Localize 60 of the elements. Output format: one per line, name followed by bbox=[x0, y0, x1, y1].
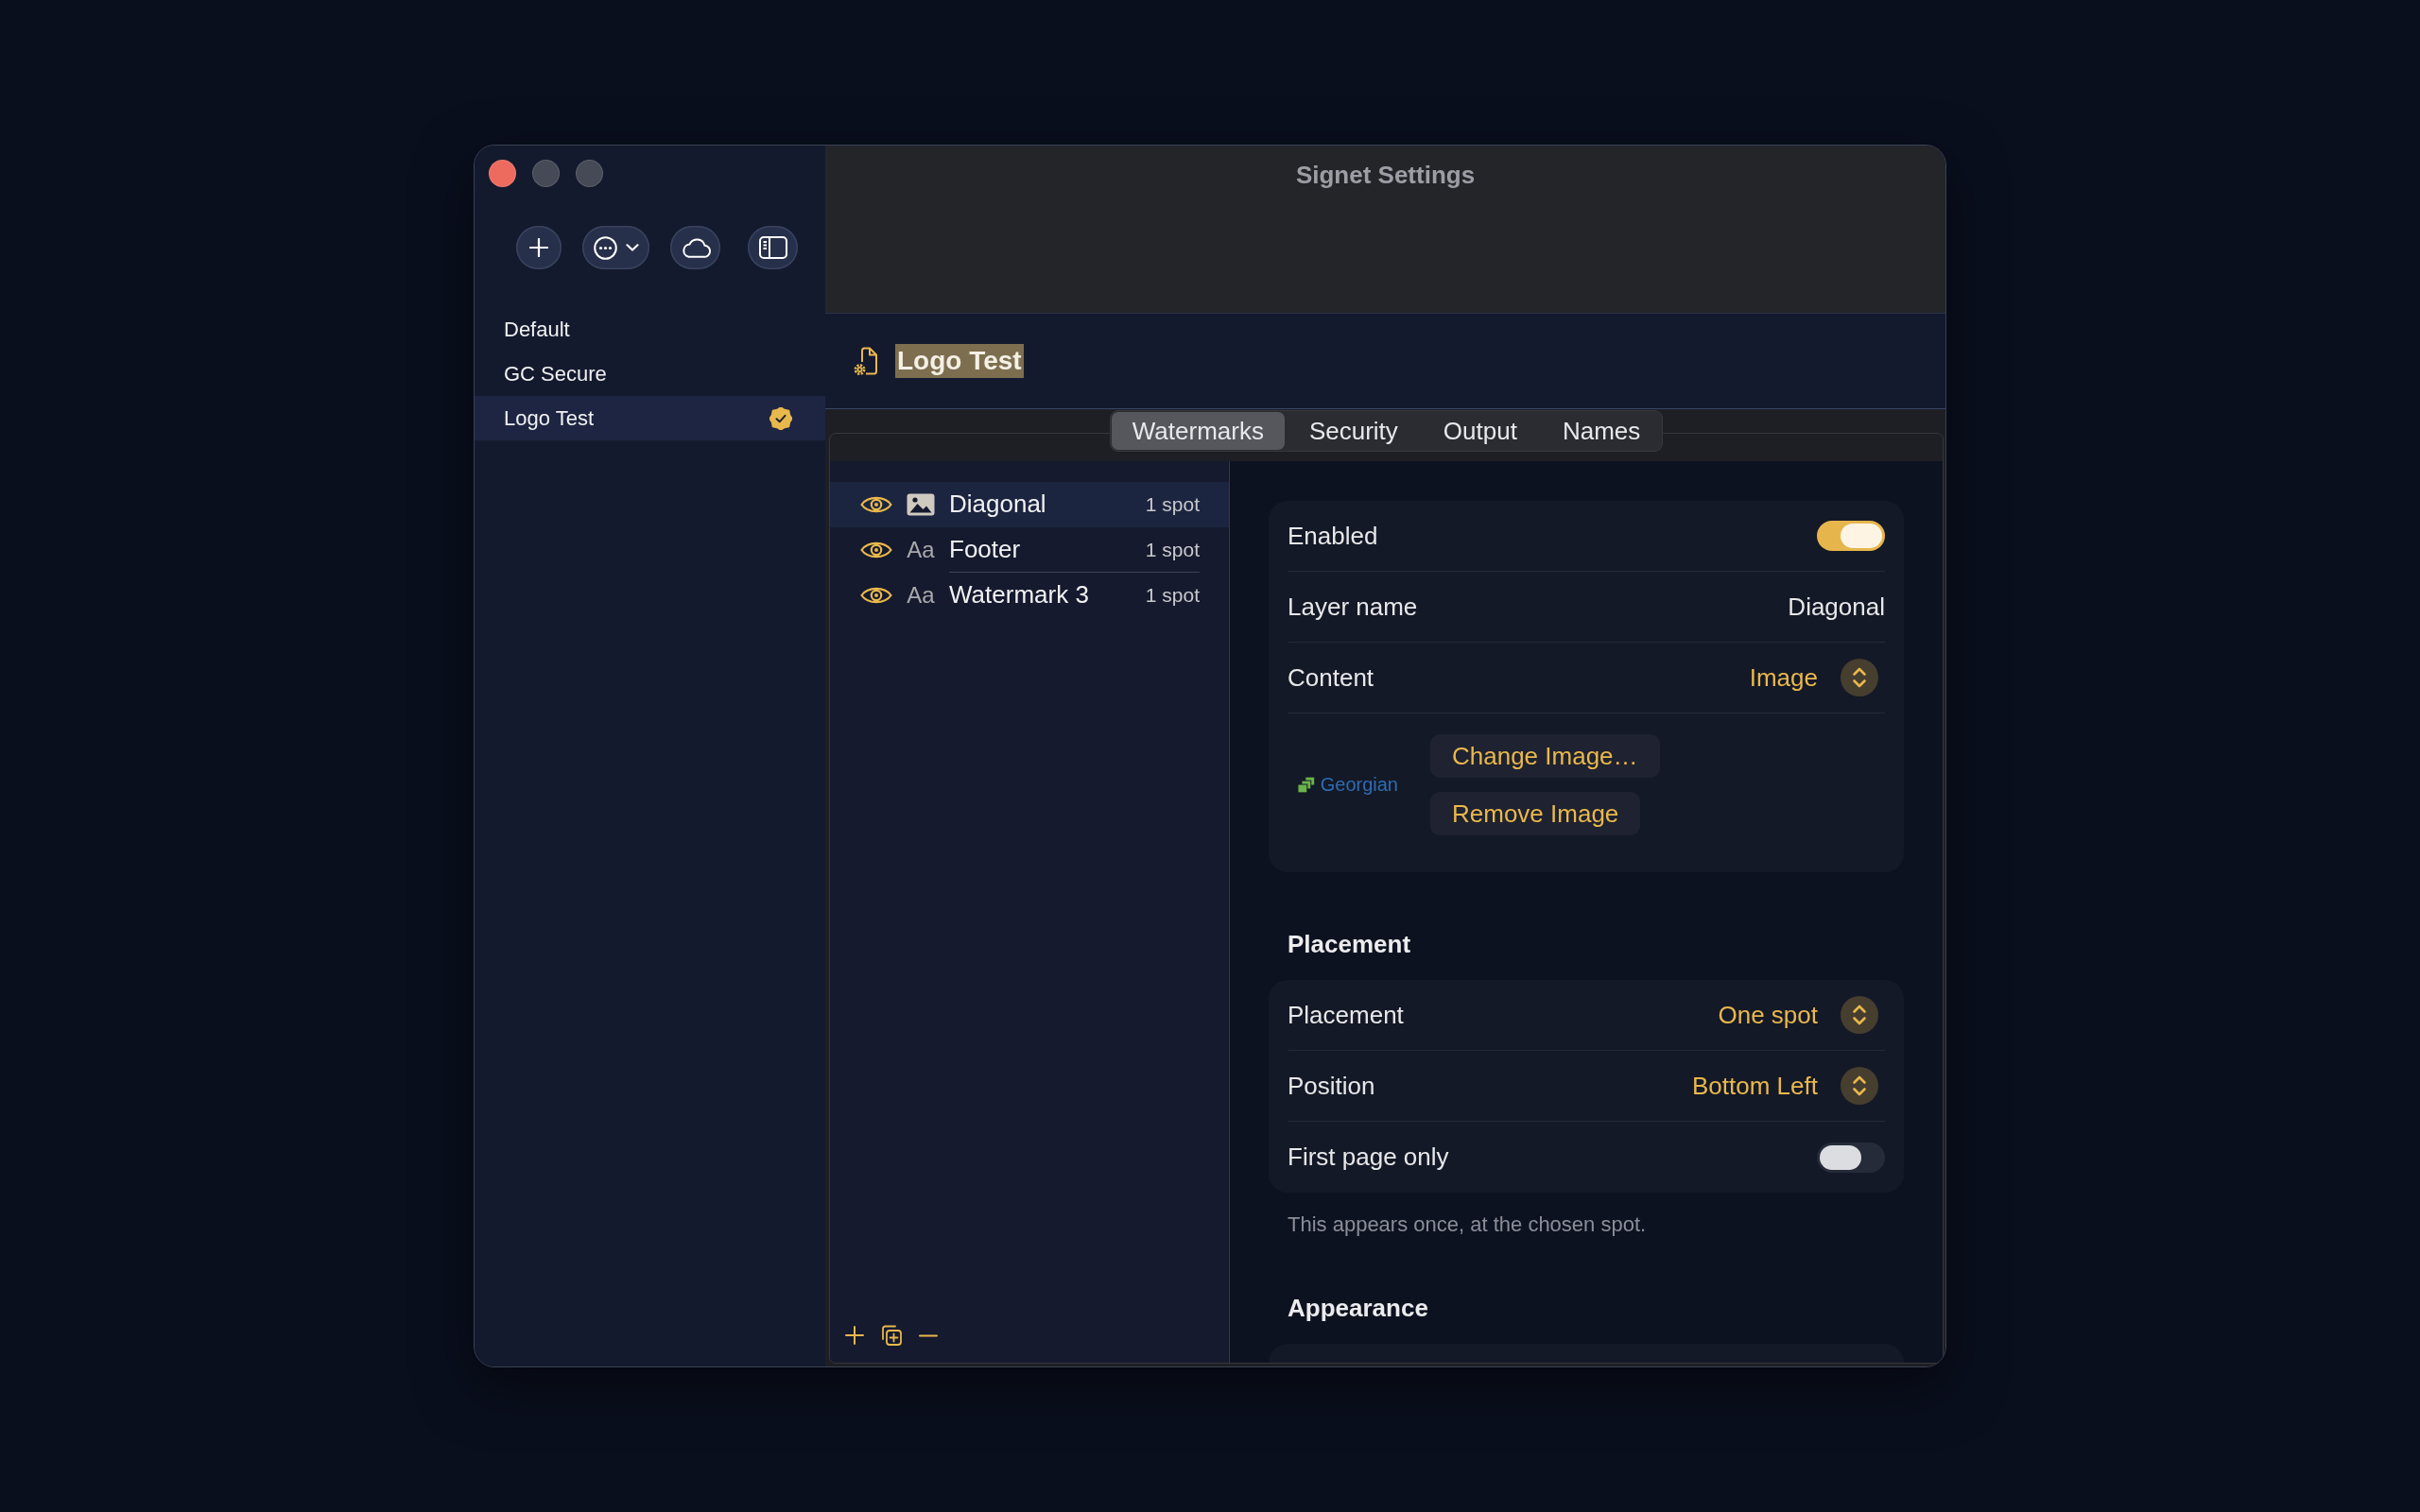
spot-count: 1 spot bbox=[1145, 538, 1200, 561]
image-icon bbox=[907, 493, 935, 516]
tab[interactable]: Watermarks bbox=[1111, 412, 1285, 450]
sidebar-icon bbox=[758, 236, 787, 259]
tab[interactable]: Output bbox=[1422, 412, 1538, 450]
plus-icon[interactable] bbox=[845, 1326, 864, 1345]
layer-row[interactable]: Diagonal 1 spot bbox=[830, 482, 1229, 527]
chevron-up-down-icon bbox=[1841, 996, 1878, 1034]
duplicate-icon[interactable] bbox=[881, 1325, 902, 1346]
sidebar-item[interactable]: GC Secure bbox=[475, 352, 825, 396]
document-gear-icon bbox=[854, 346, 878, 376]
layer-row[interactable]: Aa Footer 1 spot bbox=[830, 527, 1229, 573]
ellipsis-circle-icon bbox=[593, 235, 617, 260]
eye-icon[interactable] bbox=[860, 494, 892, 515]
section-heading: Placement bbox=[1287, 930, 1412, 958]
sidebar-item[interactable]: Logo Test bbox=[475, 396, 825, 440]
more-menu-button[interactable] bbox=[582, 226, 649, 269]
toggle-switch[interactable] bbox=[1817, 1142, 1885, 1173]
tab[interactable]: Names bbox=[1541, 412, 1662, 450]
close-button[interactable] bbox=[489, 160, 516, 187]
spot-count: 1 spot bbox=[1145, 492, 1200, 516]
row-label: Layer name bbox=[1288, 592, 1418, 622]
logo-wordmark: Georgian bbox=[1320, 774, 1398, 796]
toggle-switch[interactable] bbox=[1817, 521, 1885, 551]
layer-row[interactable]: Aa Watermark 3 1 spot bbox=[830, 573, 1229, 618]
window-title: Signet Settings bbox=[1295, 161, 1476, 189]
chevron-up-down-icon bbox=[1841, 659, 1878, 696]
row-label: Enabled bbox=[1288, 521, 1378, 551]
spot-count: 1 spot bbox=[1145, 583, 1200, 607]
row-label: Content bbox=[1288, 662, 1374, 693]
change-image-button[interactable]: Change Image… bbox=[1430, 734, 1660, 778]
popup-button[interactable]: One spot bbox=[1718, 996, 1885, 1034]
row-label: Position bbox=[1288, 1071, 1375, 1101]
row-label: First page only bbox=[1288, 1143, 1449, 1172]
minus-icon[interactable] bbox=[919, 1333, 938, 1337]
section-heading: Appearance bbox=[1287, 1294, 1429, 1322]
hint-text: This appears once, at the chosen spot. bbox=[1287, 1213, 1648, 1236]
chevron-up-down-icon bbox=[1841, 1067, 1878, 1105]
add-button[interactable] bbox=[516, 226, 562, 269]
layer-name: Watermark 3 bbox=[949, 580, 1089, 610]
row-label: Placement bbox=[1288, 1000, 1404, 1030]
sidebar-toggle-button[interactable] bbox=[748, 226, 798, 269]
layer-name: Diagonal bbox=[949, 490, 1046, 519]
tab[interactable]: Security bbox=[1288, 412, 1419, 450]
eye-icon[interactable] bbox=[860, 585, 892, 606]
text-field[interactable]: Diagonal bbox=[1788, 592, 1885, 622]
stacked-squares-icon bbox=[1296, 775, 1317, 795]
plus-icon bbox=[529, 238, 548, 257]
text-type-glyph: Aa bbox=[907, 582, 935, 609]
popup-button[interactable]: Bottom Left bbox=[1692, 1067, 1885, 1105]
layer-name: Footer bbox=[949, 535, 1021, 564]
profile-title[interactable]: Logo Test bbox=[895, 344, 1024, 378]
eye-icon[interactable] bbox=[860, 540, 892, 560]
sidebar-item[interactable]: Default bbox=[475, 307, 825, 352]
popup-button[interactable]: Image bbox=[1749, 659, 1885, 696]
text-type-glyph: Aa bbox=[907, 537, 935, 563]
cloud-button[interactable] bbox=[670, 226, 720, 269]
remove-image-button[interactable]: Remove Image bbox=[1430, 792, 1641, 835]
cloud-icon bbox=[680, 237, 711, 258]
chevron-down-icon bbox=[625, 244, 639, 251]
